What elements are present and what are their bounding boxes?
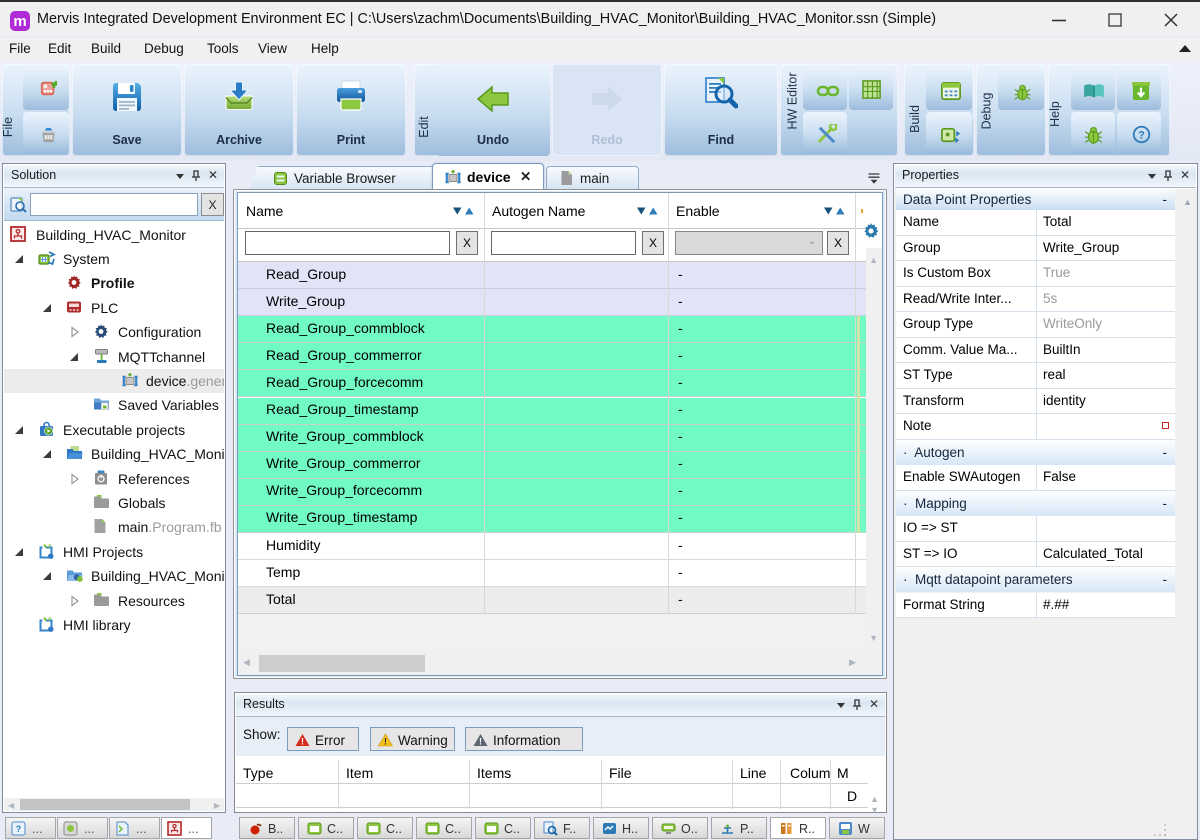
svg-text:!: ! [479, 737, 482, 747]
svg-text:!: ! [301, 737, 304, 747]
svg-text:?: ? [16, 824, 22, 834]
svg-text:?: ? [1138, 130, 1145, 142]
svg-text:!: ! [384, 737, 387, 747]
